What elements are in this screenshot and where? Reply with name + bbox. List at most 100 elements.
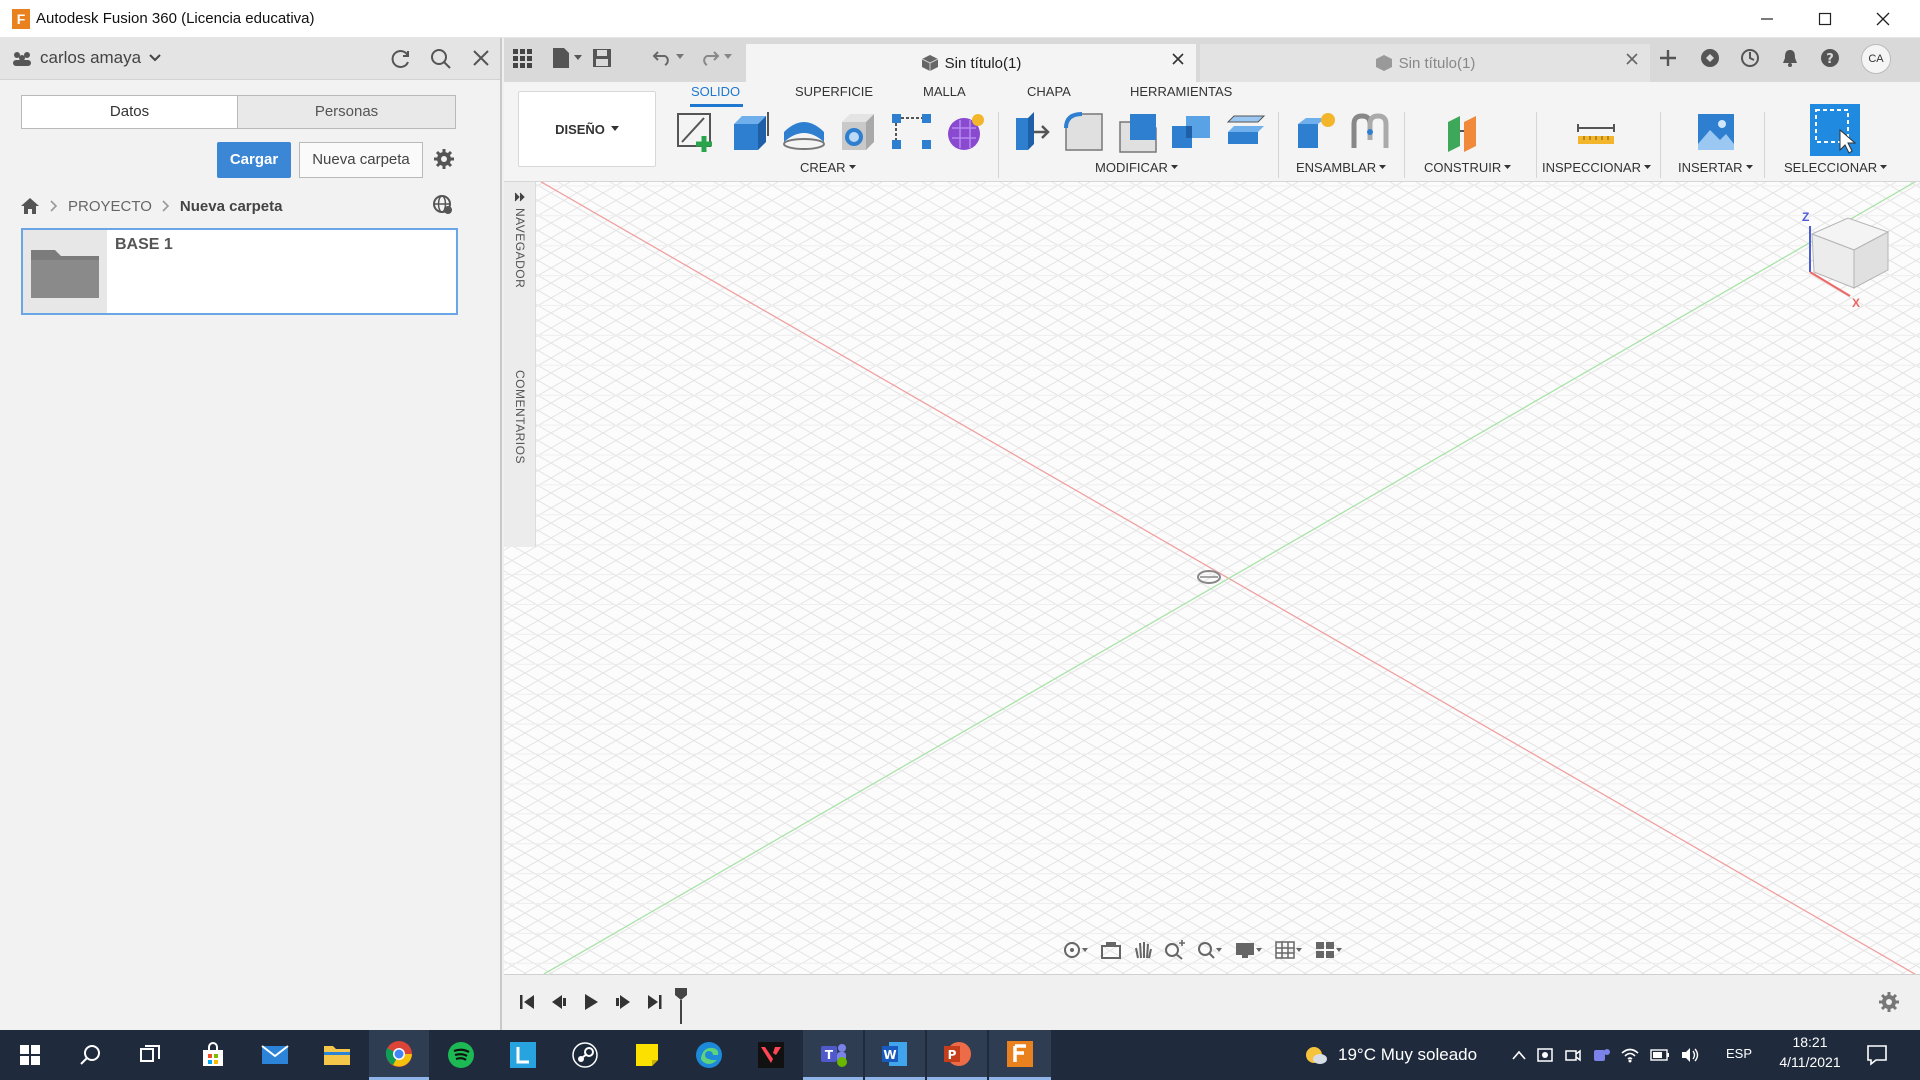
pan-icon[interactable]	[1132, 940, 1154, 960]
minimize-button[interactable]	[1738, 0, 1796, 38]
meet-now-icon[interactable]	[1564, 1046, 1582, 1064]
workspace-dropdown[interactable]: DISEÑO	[518, 91, 656, 167]
new-component-icon[interactable]	[1294, 110, 1338, 154]
weather-widget[interactable]: 19°C Muy soleado	[1304, 1044, 1477, 1066]
document-tab-active[interactable]: Sin título(1)	[746, 44, 1196, 82]
document-tab-inactive[interactable]: Sin título(1)	[1200, 44, 1650, 82]
file-menu[interactable]	[552, 47, 582, 69]
close-window-button[interactable]	[1854, 0, 1912, 38]
step-back-icon[interactable]	[550, 993, 568, 1011]
insert-image-icon[interactable]	[1694, 110, 1738, 154]
group-ensamblar[interactable]: ENSAMBLAR	[1296, 160, 1387, 175]
tab-superficie[interactable]: SUPERFICIE	[795, 84, 873, 106]
design-canvas[interactable]: Z X	[504, 182, 1920, 974]
breadcrumb-item-project[interactable]: PROYECTO	[68, 198, 152, 215]
help-icon[interactable]: ?	[1820, 48, 1840, 68]
step-forward-icon[interactable]	[614, 993, 632, 1011]
joint-icon[interactable]	[1348, 110, 1392, 154]
group-inspeccionar[interactable]: INSPECCIONAR	[1542, 160, 1651, 175]
measure-icon[interactable]	[1574, 110, 1618, 154]
redo-button[interactable]	[700, 48, 732, 66]
group-construir[interactable]: CONSTRUIR	[1424, 160, 1512, 175]
extrude-icon[interactable]	[728, 110, 772, 154]
navigator-label[interactable]: NAVEGADOR	[513, 208, 527, 288]
search-icon[interactable]	[430, 48, 452, 70]
pattern-icon[interactable]	[890, 110, 934, 154]
view-cube[interactable]: Z X	[1788, 210, 1900, 314]
task-view-icon[interactable]	[120, 1030, 180, 1080]
sticky-notes-icon[interactable]	[617, 1030, 677, 1080]
select-tool-icon[interactable]	[1810, 104, 1860, 156]
gear-icon[interactable]	[433, 148, 455, 170]
go-to-start-icon[interactable]	[518, 993, 536, 1011]
job-status-icon[interactable]	[1740, 48, 1760, 68]
chamfer-icon[interactable]	[1116, 110, 1160, 154]
group-insertar[interactable]: INSERTAR	[1678, 160, 1753, 175]
viewports-icon[interactable]	[1314, 940, 1344, 960]
display-settings-icon[interactable]	[1234, 940, 1264, 960]
shell-icon[interactable]	[836, 110, 880, 154]
fusion-360-taskbar-icon[interactable]	[989, 1030, 1051, 1080]
tray-app-icon[interactable]	[1536, 1046, 1554, 1064]
notification-center-icon[interactable]	[1866, 1044, 1888, 1066]
combine-icon[interactable]	[1170, 110, 1214, 154]
tab-malla[interactable]: MALLA	[923, 84, 966, 106]
edge-icon[interactable]	[679, 1030, 739, 1080]
tab-datos[interactable]: Datos	[21, 95, 238, 129]
upload-button[interactable]: Cargar	[217, 142, 291, 178]
timeline-marker[interactable]	[674, 987, 688, 1025]
l-app-icon[interactable]	[493, 1030, 553, 1080]
create-form-icon[interactable]	[944, 110, 988, 154]
comments-label[interactable]: COMENTARIOS	[513, 370, 527, 464]
mail-icon[interactable]	[245, 1030, 305, 1080]
undo-button[interactable]	[652, 48, 684, 66]
fit-icon[interactable]	[1196, 940, 1224, 960]
tab-solido[interactable]: SOLIDO	[691, 84, 740, 106]
home-icon[interactable]	[20, 197, 40, 215]
notifications-bell-icon[interactable]	[1780, 48, 1800, 68]
go-to-end-icon[interactable]	[646, 993, 664, 1011]
zoom-icon[interactable]	[1164, 940, 1186, 960]
offset-face-icon[interactable]	[1224, 110, 1268, 154]
refresh-icon[interactable]	[390, 48, 412, 70]
tab-herramientas[interactable]: HERRAMIENTAS	[1130, 84, 1232, 106]
offset-plane-icon[interactable]	[1442, 110, 1486, 154]
orbit-icon[interactable]	[1062, 940, 1090, 960]
steam-icon[interactable]	[555, 1030, 615, 1080]
word-icon[interactable]: W	[865, 1030, 925, 1080]
avatar[interactable]: CA	[1861, 44, 1891, 74]
close-icon[interactable]	[472, 49, 490, 67]
folder-item[interactable]: BASE 1	[21, 228, 458, 315]
grid-viewport[interactable]	[504, 182, 1920, 974]
save-icon[interactable]	[592, 48, 612, 68]
maximize-button[interactable]	[1796, 0, 1854, 38]
start-button[interactable]	[0, 1030, 60, 1080]
fillet-icon[interactable]	[1062, 110, 1106, 154]
new-tab-icon[interactable]	[1658, 48, 1678, 68]
search-icon[interactable]	[60, 1030, 120, 1080]
apps-grid-icon[interactable]	[512, 48, 532, 68]
volume-icon[interactable]	[1680, 1047, 1700, 1063]
user-dropdown[interactable]: carlos amaya	[40, 48, 161, 68]
revolve-icon[interactable]	[782, 110, 826, 154]
group-crear[interactable]: CREAR	[800, 160, 856, 175]
teams-icon[interactable]: T	[803, 1030, 863, 1080]
new-folder-button[interactable]: Nueva carpeta	[299, 142, 423, 178]
press-pull-icon[interactable]	[1008, 110, 1052, 154]
chrome-icon[interactable]	[369, 1030, 429, 1080]
valorant-icon[interactable]	[741, 1030, 801, 1080]
extensions-icon[interactable]	[1700, 48, 1720, 68]
create-sketch-icon[interactable]	[674, 110, 718, 154]
chevron-up-icon[interactable]	[1512, 1050, 1526, 1060]
wifi-icon[interactable]	[1620, 1047, 1640, 1063]
play-icon[interactable]	[582, 993, 600, 1011]
tab-personas[interactable]: Personas	[237, 95, 456, 129]
spotify-icon[interactable]	[431, 1030, 491, 1080]
keyboard-language[interactable]: ESP	[1726, 1046, 1752, 1061]
look-at-icon[interactable]	[1100, 940, 1122, 960]
close-tab-icon[interactable]	[1626, 53, 1638, 65]
group-modificar[interactable]: MODIFICAR	[1095, 160, 1178, 175]
powerpoint-icon[interactable]: P	[927, 1030, 987, 1080]
grid-settings-icon[interactable]	[1274, 940, 1304, 960]
group-seleccionar[interactable]: SELECCIONAR	[1784, 160, 1888, 175]
